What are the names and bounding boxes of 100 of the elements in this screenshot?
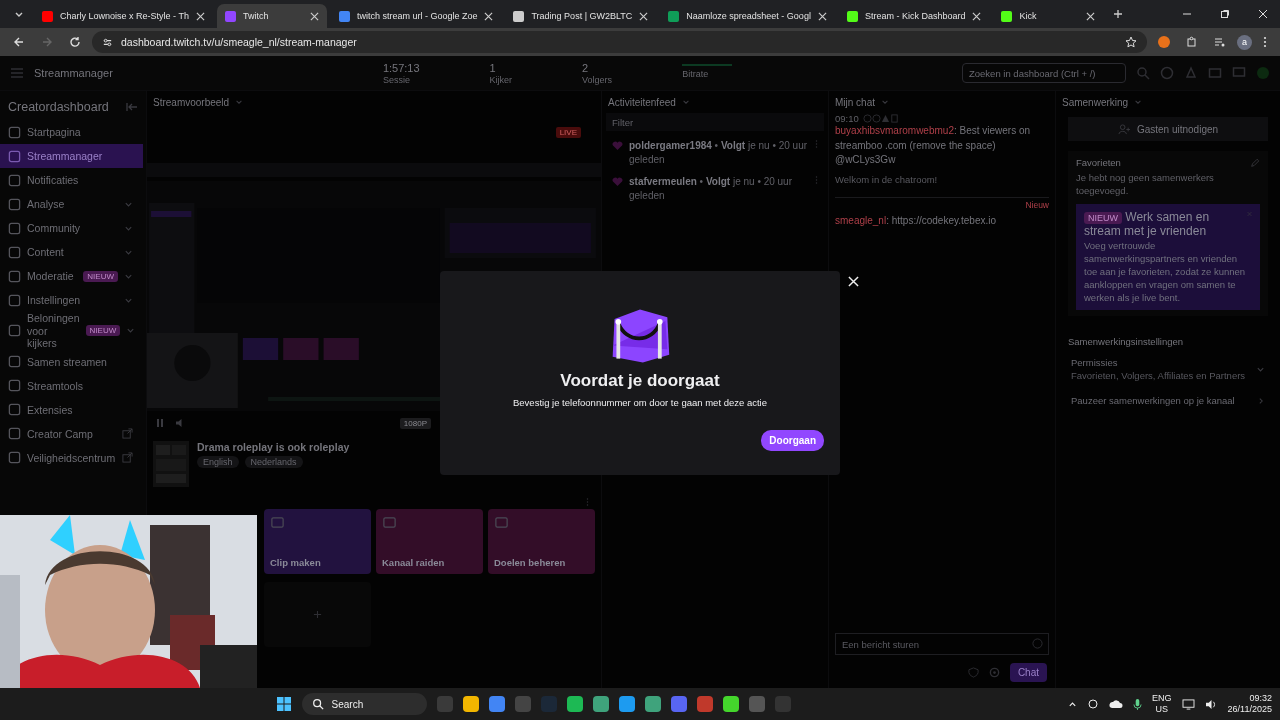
sidebar-item[interactable]: Beloningen voor kijkers NIEUW	[0, 312, 143, 350]
add-tile[interactable]	[264, 582, 371, 647]
browser-tab[interactable]: Kick	[993, 4, 1104, 28]
taskbar-search[interactable]: Search	[301, 693, 427, 715]
close-icon[interactable]	[1086, 11, 1096, 21]
stat-value: 1:57:13	[382, 61, 420, 74]
restore-icon[interactable]	[1220, 9, 1230, 19]
quick-action-tile[interactable]: Kanaal raiden	[376, 509, 483, 574]
star-icon[interactable]	[1125, 36, 1137, 48]
quality-badge: 1080P	[399, 417, 431, 429]
back-icon[interactable]	[13, 36, 25, 48]
plus-icon[interactable]	[1113, 9, 1124, 19]
close-icon[interactable]	[972, 11, 982, 21]
sidebar-item[interactable]: Community	[0, 216, 143, 240]
site-icon	[42, 10, 53, 22]
chat-button[interactable]: Chat	[1009, 663, 1047, 682]
activity-event: stafvermeulen • Volgt je nu • 20 uur geleden	[629, 175, 793, 203]
sidebar-item[interactable]: Startpagina	[0, 120, 143, 144]
new-messages-label: Nieuw	[1025, 199, 1049, 210]
dialog-text: Bevestig je telefoonnummer om door te gaan met deze actie	[513, 397, 767, 408]
site-info-icon[interactable]	[102, 36, 113, 48]
app-icon[interactable]	[488, 696, 505, 712]
close-icon[interactable]	[195, 11, 205, 21]
stat-value: 1	[489, 61, 497, 74]
app-icon[interactable]	[566, 696, 583, 712]
external-link-icon	[122, 428, 133, 440]
external-link-icon	[122, 452, 133, 464]
sidebar-item[interactable]: Samen streamen	[0, 349, 143, 374]
site-icon	[513, 10, 525, 22]
close-icon[interactable]	[484, 11, 494, 21]
sidebar-item[interactable]: Streamtools	[0, 373, 143, 398]
browser-tab[interactable]: Naamloze spreadsheet - Googl	[660, 4, 835, 28]
profile-avatar[interactable]: a	[1237, 34, 1252, 50]
stat-value: 2	[582, 61, 590, 74]
sidebar-item[interactable]: Instellingen	[0, 288, 143, 312]
empty-message: Je hebt nog geen samenwerkers toegevoegd.	[1076, 172, 1215, 198]
square-icon	[382, 515, 397, 530]
site-icon	[1001, 10, 1013, 22]
clock[interactable]: 09:32 26/11/2025	[1227, 692, 1272, 716]
square-icon	[8, 427, 21, 441]
pause-link[interactable]: Pauzeer samenwerkingen op je kanaal	[1068, 391, 1268, 411]
continue-button[interactable]: Doorgaan	[761, 430, 824, 451]
chevron-up-icon[interactable]	[1068, 699, 1078, 709]
chat-message: buyaxhibsvmaromwebmu2: Best viewers on streamboo .com (remove the space) @wCLys3Gw	[835, 124, 1032, 167]
search-field[interactable]: Zoeken in dashboard (Ctrl + /)	[962, 63, 1126, 83]
heart-icon	[612, 141, 623, 151]
browser-tab[interactable]: Trading Post | GW2BLTC	[505, 4, 657, 28]
cloud-icon[interactable]	[1109, 699, 1124, 709]
panel-title: Mijn chat	[835, 96, 875, 108]
browser-tab[interactable]: Charly Lownoise x Re-Style - Th	[34, 4, 213, 28]
browser-tab[interactable]: Twitch	[216, 4, 327, 28]
app-icon[interactable]	[462, 696, 479, 712]
speaker-icon[interactable]	[1204, 698, 1218, 710]
reload-icon[interactable]	[69, 36, 81, 48]
browser-tab[interactable]: Stream - Kick Dashboard	[838, 4, 990, 28]
chevron-icon	[1257, 396, 1265, 405]
sidebar-item[interactable]: Streammanager	[0, 144, 143, 168]
tag[interactable]: English	[197, 456, 239, 468]
app-icon[interactable]	[722, 696, 739, 712]
square-icon	[8, 324, 21, 338]
monitor-icon[interactable]	[1181, 698, 1195, 710]
microphone-icon[interactable]	[1133, 697, 1143, 711]
sidebar-item[interactable]: Extensies	[0, 397, 143, 422]
plus-icon	[313, 610, 322, 619]
app-icon[interactable]	[644, 696, 661, 712]
square-icon	[8, 355, 21, 369]
more-icon[interactable]	[1263, 36, 1267, 48]
close-icon[interactable]	[309, 11, 319, 21]
stat-label: Sessie	[382, 74, 411, 85]
quick-action-tile[interactable]: Doelen beheren	[488, 509, 595, 574]
section-title: Samenwerkingsinstellingen	[1068, 336, 1185, 348]
media-icon[interactable]	[1214, 36, 1226, 48]
sidebar-item[interactable]: Analyse	[0, 192, 143, 216]
close-icon[interactable]	[639, 11, 649, 21]
app-icon[interactable]	[592, 696, 609, 712]
windows-icon[interactable]	[275, 696, 292, 712]
browser-tab[interactable]: twitch stream url - Google Zoe	[330, 4, 502, 28]
address-bar[interactable]: dashboard.twitch.tv/u/smeagle_nl/stream-manager	[92, 31, 1147, 53]
permissions-dropdown[interactable]: Permissies Favorieten, Volgers, Affiliates en Partners	[1068, 353, 1268, 386]
section-title: Favorieten	[1076, 157, 1121, 168]
sidebar-item[interactable]: Creator Camp	[0, 421, 143, 446]
sidebar-item[interactable]: Veiligheidscentrum	[0, 445, 143, 470]
chat-input[interactable]: Een bericht sturen	[835, 633, 1049, 655]
app-icon[interactable]	[618, 696, 635, 712]
tag[interactable]: Nederlands	[244, 456, 303, 468]
filter-field[interactable]: Filter	[606, 113, 824, 131]
close-icon[interactable]	[1258, 9, 1268, 19]
dialog-title: Voordat je doorgaat	[560, 371, 720, 391]
sidebar-item[interactable]: Notificaties	[0, 168, 143, 192]
square-icon	[8, 197, 21, 211]
promo-text: Voeg vertrouwde samenwerkingspartners en vrienden toe aan je favorieten, zodat ze kunnen aankloppen en vragen om samen te werken als je live bent.	[1084, 240, 1247, 305]
language-indicator[interactable]: ENG US	[1152, 692, 1172, 716]
close-icon[interactable]	[817, 11, 827, 21]
quick-action-tile[interactable]: Clip maken	[264, 509, 371, 574]
square-icon	[8, 173, 21, 187]
extension-icon[interactable]	[1158, 36, 1170, 48]
sidebar-item[interactable]: Content	[0, 240, 143, 264]
sidebar-title: Creatordashboard	[8, 100, 109, 114]
sidebar-item[interactable]: Moderatie NIEUW	[0, 264, 143, 288]
invite-button[interactable]: Gasten uitnodigen	[1068, 117, 1268, 141]
